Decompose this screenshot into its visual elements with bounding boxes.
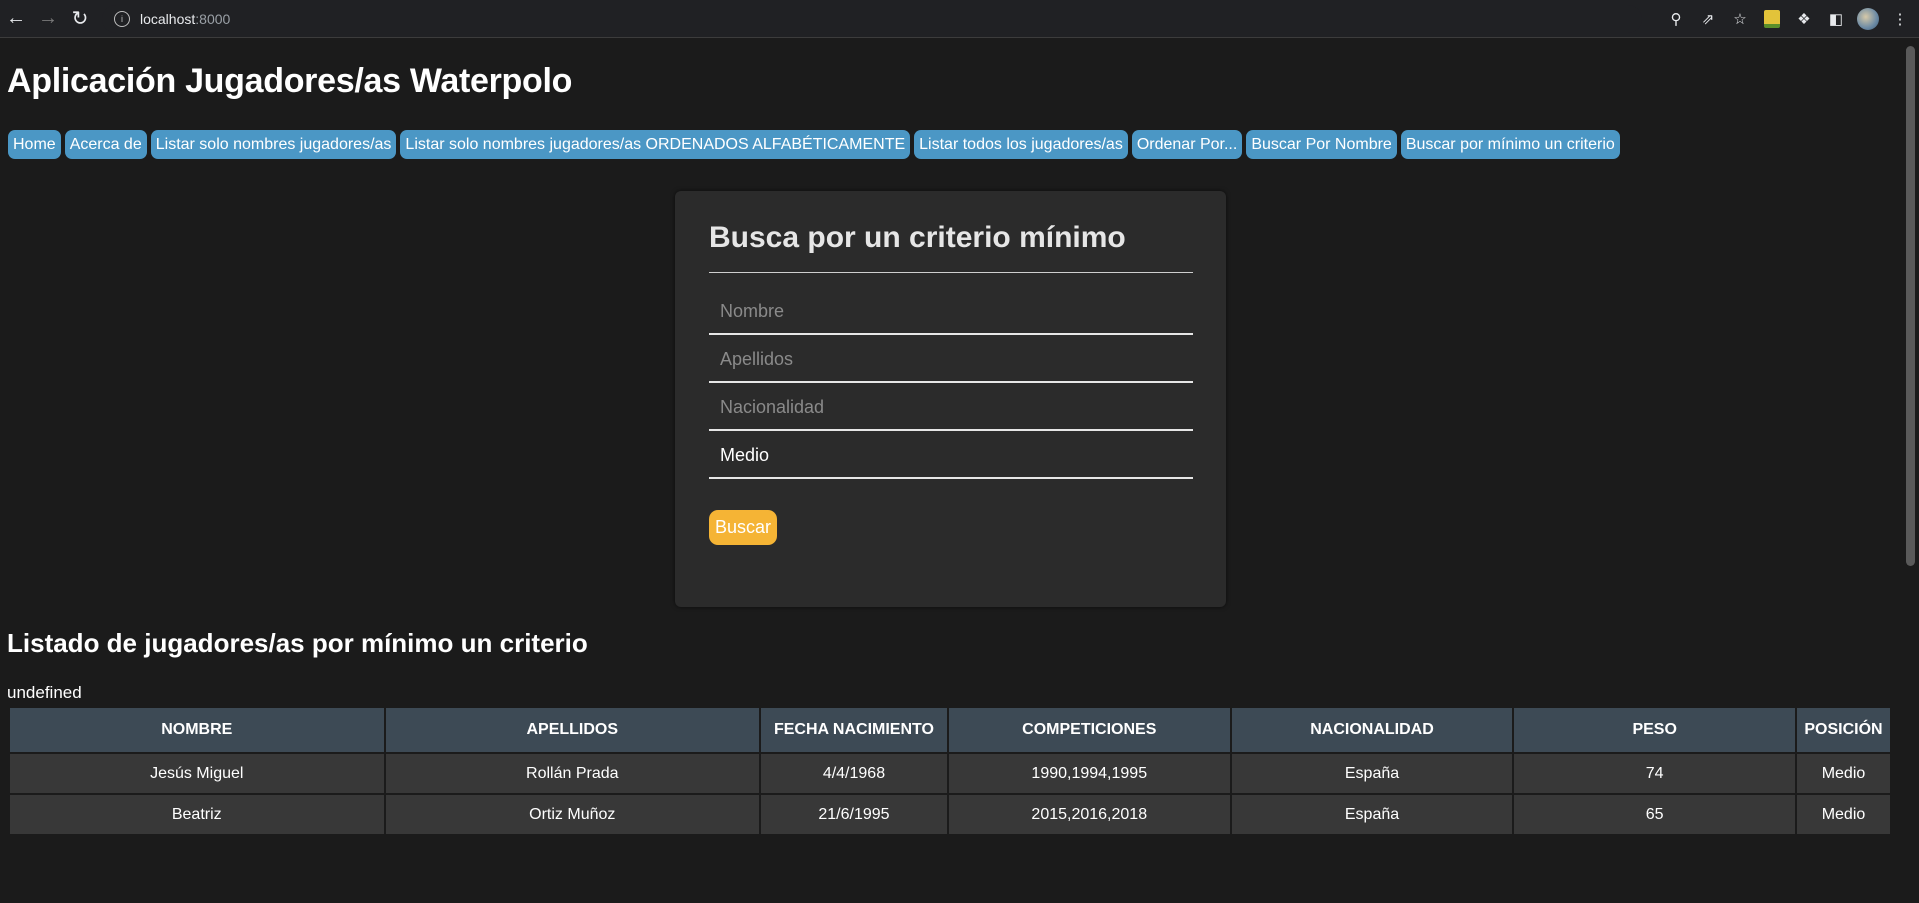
apellidos-input[interactable] bbox=[709, 337, 1193, 381]
page-title: Aplicación Jugadores/as Waterpolo bbox=[7, 62, 573, 100]
url-host: localhost bbox=[140, 10, 196, 27]
column-header: APELLIDOS bbox=[383, 706, 762, 754]
nombre-field bbox=[709, 289, 1193, 335]
scrollbar[interactable] bbox=[1902, 38, 1919, 903]
avatar[interactable] bbox=[1855, 6, 1881, 32]
column-header: FECHA NACIMIENTO bbox=[759, 706, 949, 754]
column-header: NOMBRE bbox=[8, 706, 386, 754]
cell-nombre: Beatriz bbox=[8, 793, 386, 836]
cell-nacionalidad: España bbox=[1229, 752, 1515, 795]
nav-listar-nombres[interactable]: Listar solo nombres jugadores/as bbox=[150, 130, 397, 159]
nav-acerca-de[interactable]: Acerca de bbox=[64, 130, 147, 159]
share-icon[interactable]: ⇗ bbox=[1695, 6, 1721, 32]
cell-nombre: Jesús Miguel bbox=[8, 752, 386, 795]
star-icon[interactable]: ☆ bbox=[1727, 6, 1753, 32]
nacionalidad-input[interactable] bbox=[709, 385, 1193, 429]
cell-fecha-nacimiento: 4/4/1968 bbox=[759, 752, 949, 795]
column-header: NACIONALIDAD bbox=[1229, 706, 1515, 754]
results-status: undefined bbox=[7, 683, 82, 702]
cell-posicion: Medio bbox=[1794, 793, 1893, 836]
info-icon[interactable]: i bbox=[114, 10, 130, 27]
cell-apellidos: Rollán Prada bbox=[383, 752, 762, 795]
forward-icon[interactable]: → bbox=[32, 3, 64, 35]
cell-posicion: Medio bbox=[1794, 752, 1893, 795]
cell-peso: 65 bbox=[1512, 793, 1797, 836]
players-table: NOMBRE APELLIDOS FECHA NACIMIENTO COMPET… bbox=[8, 706, 1893, 836]
apellidos-field bbox=[709, 337, 1193, 383]
column-header: PESO bbox=[1512, 706, 1797, 754]
cell-peso: 74 bbox=[1512, 752, 1797, 795]
cell-fecha-nacimiento: 21/6/1995 bbox=[759, 793, 949, 836]
cell-competiciones: 1990,1994,1995 bbox=[946, 752, 1232, 795]
extension-icon[interactable] bbox=[1759, 6, 1785, 32]
cell-nacionalidad: España bbox=[1229, 793, 1515, 836]
nav-buscar-por-nombre[interactable]: Buscar Por Nombre bbox=[1246, 130, 1397, 159]
buscar-button[interactable]: Buscar bbox=[709, 510, 778, 545]
menu-icon[interactable]: ⋮ bbox=[1887, 6, 1913, 32]
form-title: Busca por un criterio mínimo bbox=[709, 221, 1126, 254]
url-port: :8000 bbox=[195, 10, 231, 27]
back-icon[interactable]: ← bbox=[0, 3, 32, 35]
nacionalidad-field bbox=[709, 385, 1193, 431]
scrollbar-thumb[interactable] bbox=[1906, 46, 1915, 566]
cell-competiciones: 2015,2016,2018 bbox=[946, 793, 1232, 836]
zoom-icon[interactable]: ⚲ bbox=[1663, 6, 1689, 32]
results-title: Listado de jugadores/as por mínimo un cr… bbox=[7, 628, 588, 658]
nombre-input[interactable] bbox=[709, 289, 1193, 333]
puzzle-icon[interactable]: ❖ bbox=[1791, 6, 1817, 32]
search-form-card: Busca por un criterio mínimo Buscar bbox=[675, 191, 1226, 607]
nav-home[interactable]: Home bbox=[8, 130, 61, 159]
posicion-field bbox=[709, 433, 1193, 479]
cell-apellidos: Ortiz Muñoz bbox=[383, 793, 762, 836]
main-nav: Home Acerca de Listar solo nombres jugad… bbox=[8, 130, 1620, 159]
nav-listar-todos[interactable]: Listar todos los jugadores/as bbox=[914, 130, 1128, 159]
address-bar[interactable]: i localhost:8000 bbox=[102, 4, 1642, 33]
nav-listar-nombres-ordenados[interactable]: Listar solo nombres jugadores/as ORDENAD… bbox=[400, 130, 911, 159]
posicion-input[interactable] bbox=[709, 433, 1193, 477]
sidepanel-icon[interactable]: ◧ bbox=[1823, 6, 1849, 32]
browser-toolbar: ← → ↻ i localhost:8000 ⚲ ⇗ ☆ ❖ ◧ ⋮ bbox=[0, 0, 1919, 38]
reload-icon[interactable]: ↻ bbox=[64, 3, 96, 35]
table-row: Beatriz Ortiz Muñoz 21/6/1995 2015,2016,… bbox=[8, 793, 1893, 836]
nav-ordenar-por[interactable]: Ordenar Por... bbox=[1131, 130, 1243, 159]
nav-buscar-minimo-criterio[interactable]: Buscar por mínimo un criterio bbox=[1400, 130, 1620, 159]
table-header-row: NOMBRE APELLIDOS FECHA NACIMIENTO COMPET… bbox=[8, 706, 1893, 754]
form-divider bbox=[709, 272, 1193, 273]
column-header: COMPETICIONES bbox=[946, 706, 1232, 754]
table-row: Jesús Miguel Rollán Prada 4/4/1968 1990,… bbox=[8, 752, 1893, 795]
column-header: POSICIÓN bbox=[1794, 706, 1893, 754]
